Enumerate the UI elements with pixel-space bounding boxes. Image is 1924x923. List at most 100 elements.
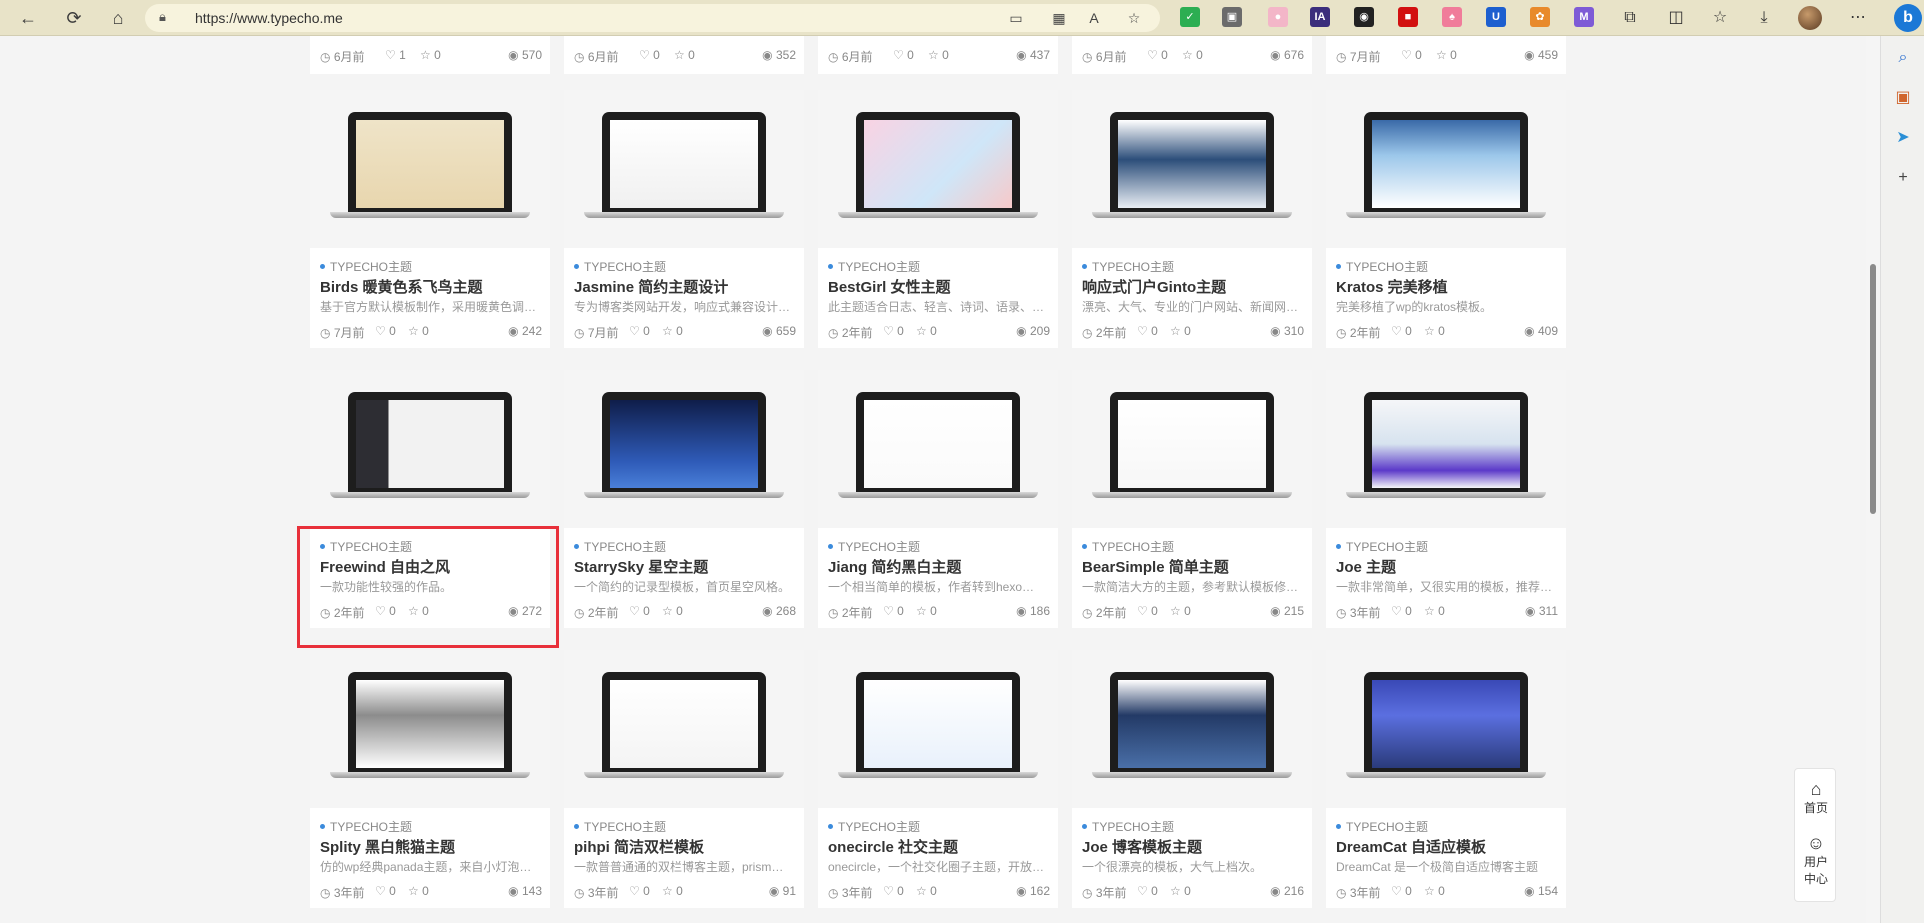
likes-label[interactable]: ♡ 0 [375, 884, 396, 898]
likes-label[interactable]: ♡ 0 [883, 604, 904, 618]
theme-title[interactable]: Jasmine 简约主题设计 [574, 276, 728, 297]
home-nav-button[interactable]: ⌂ 首页 [1795, 779, 1837, 816]
theme-card[interactable]: TYPECHO主题 BearSimple 简单主题 一款简洁大方的主题，参考默认模板… [1072, 370, 1312, 628]
theme-thumbnail[interactable] [310, 370, 550, 528]
toolbox-icon[interactable]: ▣ [1891, 86, 1915, 110]
likes-label[interactable]: ♡ 0 [1137, 884, 1158, 898]
theme-title[interactable]: pihpi 简洁双栏模板 [574, 836, 704, 857]
theme-card[interactable]: TYPECHO主题 响应式门户Ginto主题 漂亮、大气、专业的门户网站、新闻网… ◷… [1072, 90, 1312, 348]
favorite-star-icon[interactable]: ☆ [1125, 9, 1143, 27]
theme-card[interactable]: TYPECHO主题 Joe 博客模板主题 一个很漂亮的模板，大气上档次。 ◷ 3年前 ♡… [1072, 650, 1312, 908]
scrollbar-thumb[interactable] [1870, 264, 1876, 514]
category-tag[interactable]: TYPECHO主题 [574, 258, 666, 275]
glasses-extension-icon[interactable]: ◉ [1354, 7, 1374, 27]
stars-label[interactable]: ☆ 0 [662, 324, 683, 338]
top-card[interactable]: ◷ 6月前 ♡ 1 ☆ 0 ◉ 570 [310, 36, 550, 74]
theme-title[interactable]: Birds 暖黄色系飞鸟主题 [320, 276, 483, 297]
theme-thumbnail[interactable] [1326, 90, 1566, 248]
category-tag[interactable]: TYPECHO主题 [828, 538, 920, 555]
theme-thumbnail[interactable] [818, 90, 1058, 248]
top-card[interactable]: ◷ 6月前 ♡ 0 ☆ 0 ◉ 437 [818, 36, 1058, 74]
theme-title[interactable]: BestGirl 女性主题 [828, 276, 951, 297]
downloads-icon[interactable]: ⤓ [1752, 6, 1776, 30]
theme-title[interactable]: StarrySky 星空主题 [574, 556, 708, 577]
theme-title[interactable]: onecircle 社交主题 [828, 836, 958, 857]
top-card[interactable]: ◷ 6月前 ♡ 0 ☆ 0 ◉ 352 [564, 36, 804, 74]
theme-card[interactable]: TYPECHO主题 onecircle 社交主题 onecircle，一个社交化圈子… [818, 650, 1058, 908]
theme-title[interactable]: Jiang 简约黑白主题 [828, 556, 961, 577]
theme-title[interactable]: Joe 主题 [1336, 556, 1396, 577]
category-tag[interactable]: TYPECHO主题 [828, 818, 920, 835]
more-menu-icon[interactable]: ⋯ [1846, 6, 1870, 30]
top-card[interactable]: ◷ 6月前 ♡ 0 ☆ 0 ◉ 676 [1072, 36, 1312, 74]
likes-label[interactable]: ♡ 0 [1391, 604, 1412, 618]
stars-label[interactable]: ☆ 0 [916, 324, 937, 338]
copy-extension-icon[interactable]: ▣ [1222, 7, 1242, 27]
theme-thumbnail[interactable] [1072, 90, 1312, 248]
theme-thumbnail[interactable] [310, 90, 550, 248]
theme-card[interactable]: TYPECHO主题 DreamCat 自适应模板 DreamCat 是一个极简自适应… [1326, 650, 1566, 908]
profile-avatar[interactable] [1798, 6, 1822, 30]
stars-label[interactable]: ☆ 0 [408, 324, 429, 338]
address-bar[interactable]: 🔒︎ https://www.typecho.me ▭ ▦ A ☆ [145, 4, 1160, 32]
refresh-icon[interactable]: ⟳ [62, 6, 86, 30]
likes-label[interactable]: ♡ 0 [629, 884, 650, 898]
theme-thumbnail[interactable] [564, 650, 804, 808]
search-icon[interactable]: ⌕ [1891, 46, 1915, 70]
theme-card[interactable]: TYPECHO主题 Splity 黑白熊猫主题 仿的wp经典panada主题，来自小… [310, 650, 550, 908]
theme-thumbnail[interactable] [564, 370, 804, 528]
likes-label[interactable]: ♡ 0 [375, 324, 396, 338]
category-tag[interactable]: TYPECHO主题 [1336, 258, 1428, 275]
stars-label[interactable]: ☆ 0 [1424, 324, 1445, 338]
category-tag[interactable]: TYPECHO主题 [1082, 818, 1174, 835]
category-tag[interactable]: TYPECHO主题 [574, 818, 666, 835]
theme-card[interactable]: TYPECHO主题 Birds 暖黄色系飞鸟主题 基于官方默认模板制作，采用暖黄色调… [310, 90, 550, 348]
likes-label[interactable]: ♡ 0 [1391, 324, 1412, 338]
likes-label[interactable]: ♡ 0 [629, 604, 650, 618]
jellyfish-extension-icon[interactable]: ♠ [1442, 7, 1462, 27]
grid-icon[interactable]: ▦ [1050, 9, 1068, 27]
theme-card[interactable]: TYPECHO主题 pihpi 简洁双栏模板 一款普普通通的双栏博客主题，prism… [564, 650, 804, 908]
bing-copilot-icon[interactable]: b [1894, 4, 1922, 32]
category-tag[interactable]: TYPECHO主题 [1082, 258, 1174, 275]
theme-thumbnail[interactable] [1072, 370, 1312, 528]
pig-extension-icon[interactable]: ● [1268, 7, 1288, 27]
home-icon[interactable]: ⌂ [106, 6, 130, 30]
theme-thumbnail[interactable] [818, 650, 1058, 808]
stars-label[interactable]: ☆ 0 [1170, 604, 1191, 618]
theme-card[interactable]: TYPECHO主题 StarrySky 星空主题 一个简约的记录型模板，首页星空风格… [564, 370, 804, 628]
split-screen-icon[interactable]: ◫ [1664, 6, 1688, 30]
category-tag[interactable]: TYPECHO主题 [828, 258, 920, 275]
shield-extension-icon[interactable]: ✓ [1180, 7, 1200, 27]
likes-label[interactable]: ♡ 0 [1391, 884, 1412, 898]
favorites-icon[interactable]: ☆ [1708, 6, 1732, 30]
theme-card[interactable]: TYPECHO主题 Jiang 简约黑白主题 一个相当简单的模板，作者转到hexo…… [818, 370, 1058, 628]
likes-label[interactable]: ♡ 0 [883, 324, 904, 338]
theme-title[interactable]: BearSimple 简单主题 [1082, 556, 1229, 577]
user-center-button[interactable]: ☺ 用户 中心 [1795, 833, 1837, 887]
stars-label[interactable]: ☆ 0 [916, 884, 937, 898]
theme-title[interactable]: 响应式门户Ginto主题 [1082, 276, 1226, 297]
theme-thumbnail[interactable] [310, 650, 550, 808]
theme-thumbnail[interactable] [1072, 650, 1312, 808]
theme-thumbnail[interactable] [1326, 650, 1566, 808]
stars-label[interactable]: ☆ 0 [662, 604, 683, 618]
m-extension-icon[interactable]: M [1574, 7, 1594, 27]
likes-label[interactable]: ♡ 0 [883, 884, 904, 898]
stars-label[interactable]: ☆ 0 [1170, 324, 1191, 338]
theme-title[interactable]: Kratos 完美移植 [1336, 276, 1448, 297]
category-tag[interactable]: TYPECHO主题 [320, 258, 412, 275]
stars-label[interactable]: ☆ 0 [1170, 884, 1191, 898]
theme-card[interactable]: TYPECHO主题 Jasmine 简约主题设计 专为博客类网站开发，响应式兼容设计… [564, 90, 804, 348]
stars-label[interactable]: ☆ 0 [916, 604, 937, 618]
theme-thumbnail[interactable] [564, 90, 804, 248]
likes-label[interactable]: ♡ 0 [1137, 324, 1158, 338]
stars-label[interactable]: ☆ 0 [1424, 884, 1445, 898]
page-scrollbar[interactable] [1866, 36, 1880, 923]
bitwarden-extension-icon[interactable]: U [1486, 7, 1506, 27]
ia-extension-icon[interactable]: IA [1310, 7, 1330, 27]
theme-card[interactable]: TYPECHO主题 Kratos 完美移植 完美移植了wp的kratos模板。 ◷ 2… [1326, 90, 1566, 348]
stars-label[interactable]: ☆ 0 [408, 884, 429, 898]
theme-card[interactable]: TYPECHO主题 BestGirl 女性主题 此主题适合日志、轻言、诗词、语录、…… [818, 90, 1058, 348]
app-available-icon[interactable]: ▭ [1007, 9, 1025, 27]
